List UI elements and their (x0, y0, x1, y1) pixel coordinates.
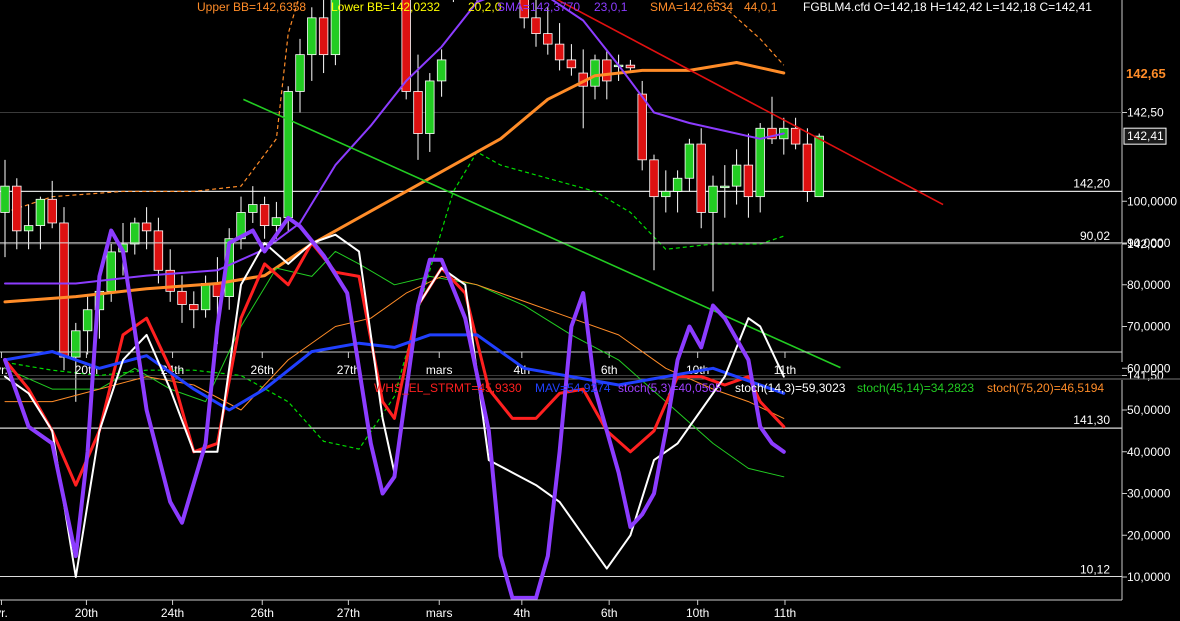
candle-body (141, 222, 152, 232)
oscillator-legend-entry: stoch(45,14)=34,2823 (857, 381, 974, 395)
level-label: 10,12 (1080, 562, 1110, 576)
candle-body (307, 17, 317, 56)
candle-body (743, 164, 754, 198)
x-tick-label: 10th (686, 606, 709, 620)
candle-body (566, 59, 577, 69)
candle-body (177, 290, 187, 305)
candle-body (661, 190, 671, 198)
x-tick-label: vr. (0, 606, 8, 620)
candle-body (271, 217, 282, 226)
candle-body (802, 143, 813, 192)
oscillator-legend-entry: stoch(75,20)=46,5194 (987, 381, 1104, 395)
candle-body (47, 198, 57, 224)
candle-body (259, 204, 270, 226)
indicator-label: Lower BB=142,0232 (331, 0, 440, 14)
x-tick-label: 6th (601, 363, 618, 377)
candle-body (672, 177, 683, 192)
level-label: 142,20 (1073, 176, 1110, 190)
candle-body (295, 54, 305, 92)
y-tick-label: 50,0000 (1127, 403, 1171, 417)
candle-body (814, 135, 824, 198)
candle-body (649, 159, 659, 198)
candle-body (12, 185, 22, 232)
candle-body (684, 143, 695, 179)
candle-body (720, 185, 730, 189)
y-tick-label: 10,0000 (1127, 570, 1171, 584)
candle-body (413, 91, 423, 134)
candle-body (23, 225, 34, 232)
x-tick-label: 11th (774, 363, 796, 377)
candle-body (436, 59, 447, 82)
x-tick-label: 11th (774, 606, 796, 620)
candle-body (731, 164, 742, 187)
indicator-label: SMA=142,6534 (650, 0, 733, 14)
candle-body (153, 230, 164, 271)
candle-body (602, 59, 612, 82)
y-tick-label: 30,0000 (1127, 487, 1171, 501)
candle-body (106, 251, 116, 292)
candle-body (625, 64, 636, 69)
y-tick-label: 100,0000 (1127, 194, 1177, 208)
price-tag: 142,65 (1126, 66, 1166, 81)
x-tick-label: 26th (251, 606, 274, 620)
oscillator-legend-entry: WHS_EL_STRMT=45,9330 (374, 381, 522, 395)
candle-body (590, 59, 600, 87)
oscillator-legend-entry: stoch(14,3)=59,3023 (735, 381, 846, 395)
y-tick-label: 90,0000 (1127, 236, 1171, 250)
level-label: 90,02 (1080, 229, 1110, 243)
level-label: 141,30 (1073, 413, 1110, 427)
oscillator-legend-entry: MAV=54,9274 (535, 381, 611, 395)
y-tick-label: 20,0000 (1127, 528, 1171, 542)
indicator-label: 23,0,1 (594, 0, 628, 14)
indicator-label: Upper BB=142,6358 (197, 0, 306, 14)
x-tick-label: 4th (513, 606, 530, 620)
candle-body (200, 283, 211, 311)
candle-body (554, 43, 565, 61)
candle-body (696, 143, 706, 213)
x-tick-label: 24th (161, 606, 184, 620)
ohlc-header: FGBLM4.cfd O=142,18 H=142,42 L=142,18 C=… (803, 0, 1092, 14)
y-tick-label: 80,0000 (1127, 278, 1171, 292)
candle-body (790, 127, 801, 145)
indicator-label: 44,0,1 (744, 0, 778, 14)
trading-chart: 143,50143,00142,50142,00141,50142,20141,… (0, 0, 1180, 621)
candle-body (283, 91, 293, 219)
candle-body (189, 304, 199, 311)
candle-body (543, 33, 553, 45)
y-tick-label: 142,50 (1127, 106, 1164, 120)
y-tick-label: 60,0000 (1127, 361, 1171, 375)
candle-body (425, 80, 435, 134)
x-tick-label: 26th (251, 363, 274, 377)
x-tick-label: mars (426, 606, 453, 620)
x-tick-label: mars (426, 363, 453, 377)
candle-body (708, 185, 718, 213)
indicator-label: SMA=142,3770 (497, 0, 580, 14)
y-tick-label: 70,0000 (1127, 320, 1171, 334)
candle-body (82, 309, 93, 332)
price-tag: 142,41 (1127, 129, 1164, 143)
x-tick-label: 6th (601, 606, 618, 620)
candle-body (318, 17, 329, 56)
candle-body (637, 93, 647, 161)
candle-body (0, 185, 10, 213)
candle-body (130, 222, 140, 245)
chart-background (0, 0, 1180, 621)
y-tick-label: 40,0000 (1127, 445, 1171, 459)
x-tick-label: 20th (75, 606, 98, 620)
x-tick-label: 27th (337, 606, 360, 620)
candle-body (35, 198, 46, 226)
candle-body (71, 330, 81, 358)
candle-body (531, 17, 541, 34)
oscillator-legend-entry: stoch(5,3)=40,0505 (618, 381, 722, 395)
candle-body (248, 204, 258, 213)
